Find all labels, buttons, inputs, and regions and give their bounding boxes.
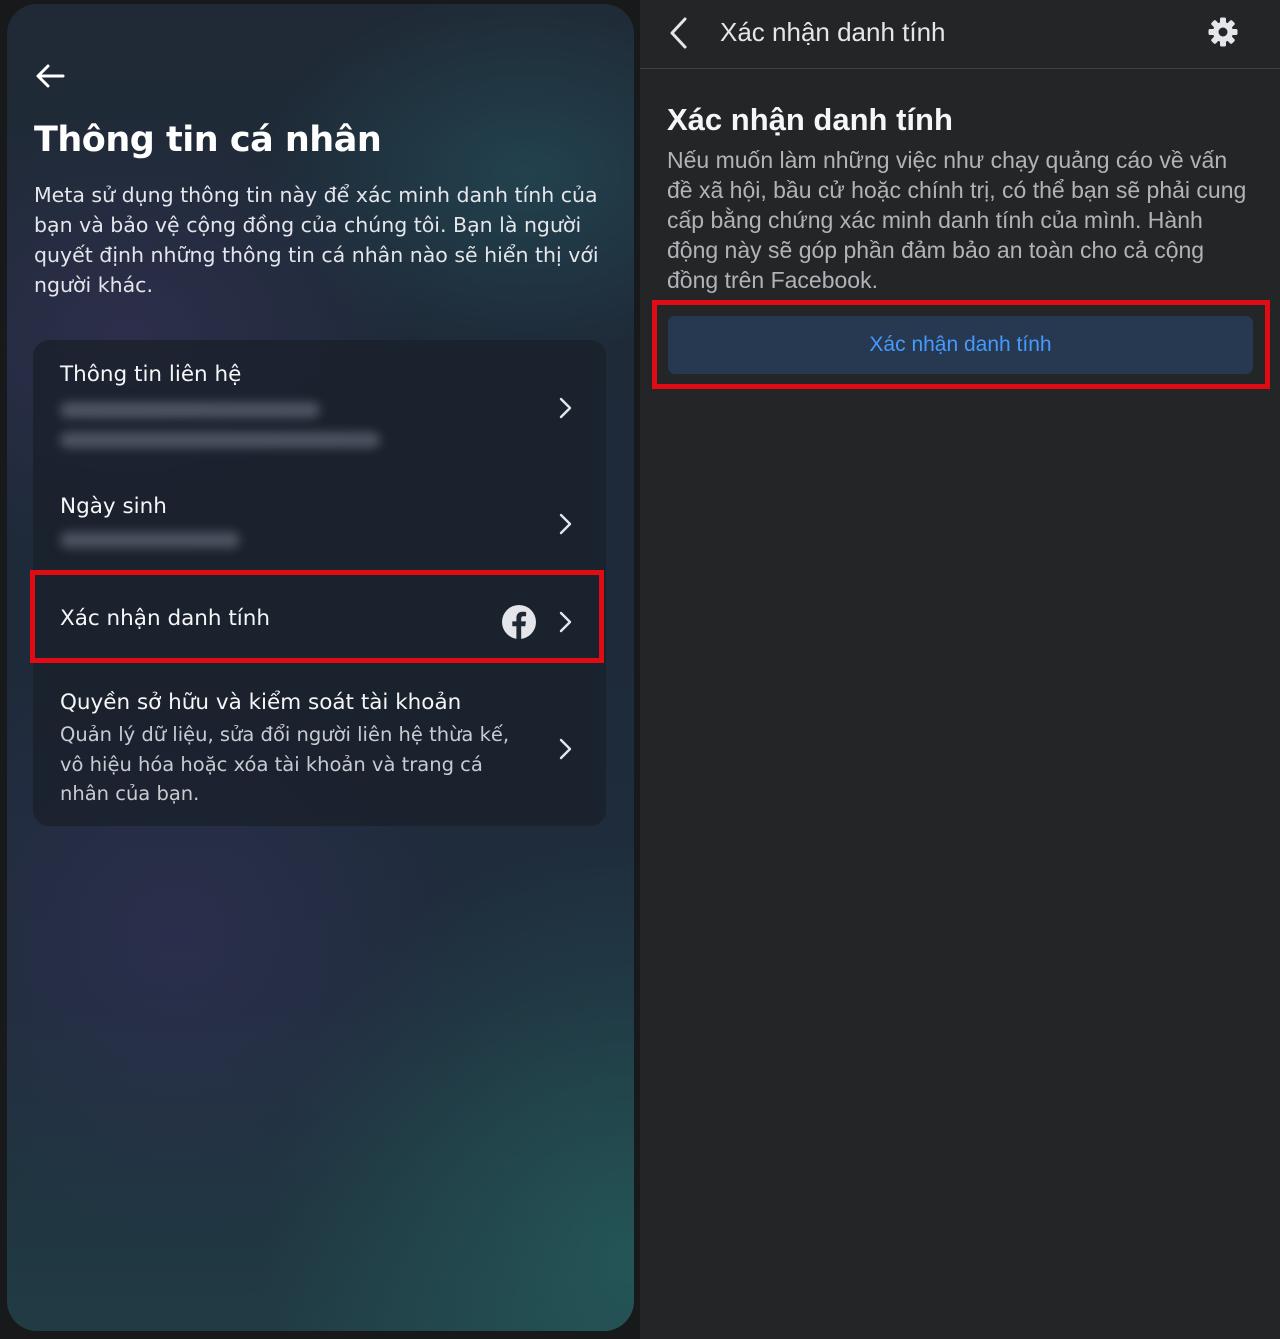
settings-list: Thông tin liên hệ Ngày sinh Xác nhận dan…: [33, 340, 606, 826]
chevron-right-icon: [559, 738, 572, 760]
section-heading: Xác nhận danh tính: [667, 102, 953, 137]
chevron-right-icon: [559, 611, 572, 633]
chevron-right-icon: [559, 397, 572, 419]
account-ownership-label: Quyền sở hữu và kiểm soát tài khoản: [60, 690, 462, 715]
identity-confirmation-panel: Xác nhận danh tính Xác nhận danh tính Nế…: [640, 0, 1280, 1339]
top-navigation-bar: Xác nhận danh tính: [640, 0, 1280, 69]
page-title: Thông tin cá nhân: [34, 120, 382, 160]
confirm-identity-button[interactable]: Xác nhận danh tính: [668, 316, 1253, 374]
account-ownership-description: Quản lý dữ liệu, sửa đổi người liên hệ t…: [60, 723, 510, 805]
identity-confirmation-label: Xác nhận danh tính: [60, 606, 271, 631]
birthday-label: Ngày sinh: [60, 494, 167, 519]
contact-info-item[interactable]: Thông tin liên hệ: [33, 340, 606, 466]
redacted-email: [60, 432, 380, 448]
personal-info-panel: Thông tin cá nhân Meta sử dụng thông tin…: [7, 4, 634, 1331]
back-arrow-icon[interactable]: [33, 59, 67, 93]
contact-info-label: Thông tin liên hệ: [60, 362, 242, 387]
gear-icon[interactable]: [1207, 16, 1239, 48]
chevron-right-icon: [559, 513, 572, 535]
back-chevron-icon[interactable]: [668, 16, 690, 50]
redacted-birthday: [60, 532, 240, 548]
account-ownership-item[interactable]: Quyền sở hữu và kiểm soát tài khoản Quản…: [33, 676, 606, 826]
birthday-item[interactable]: Ngày sinh: [33, 466, 606, 570]
redacted-email: [60, 402, 320, 418]
facebook-icon: [502, 605, 536, 639]
section-description: Nếu muốn làm những việc như chạy quảng c…: [667, 147, 1247, 293]
topbar-title: Xác nhận danh tính: [720, 17, 946, 47]
page-description: Meta sử dụng thông tin này để xác minh d…: [34, 183, 599, 297]
